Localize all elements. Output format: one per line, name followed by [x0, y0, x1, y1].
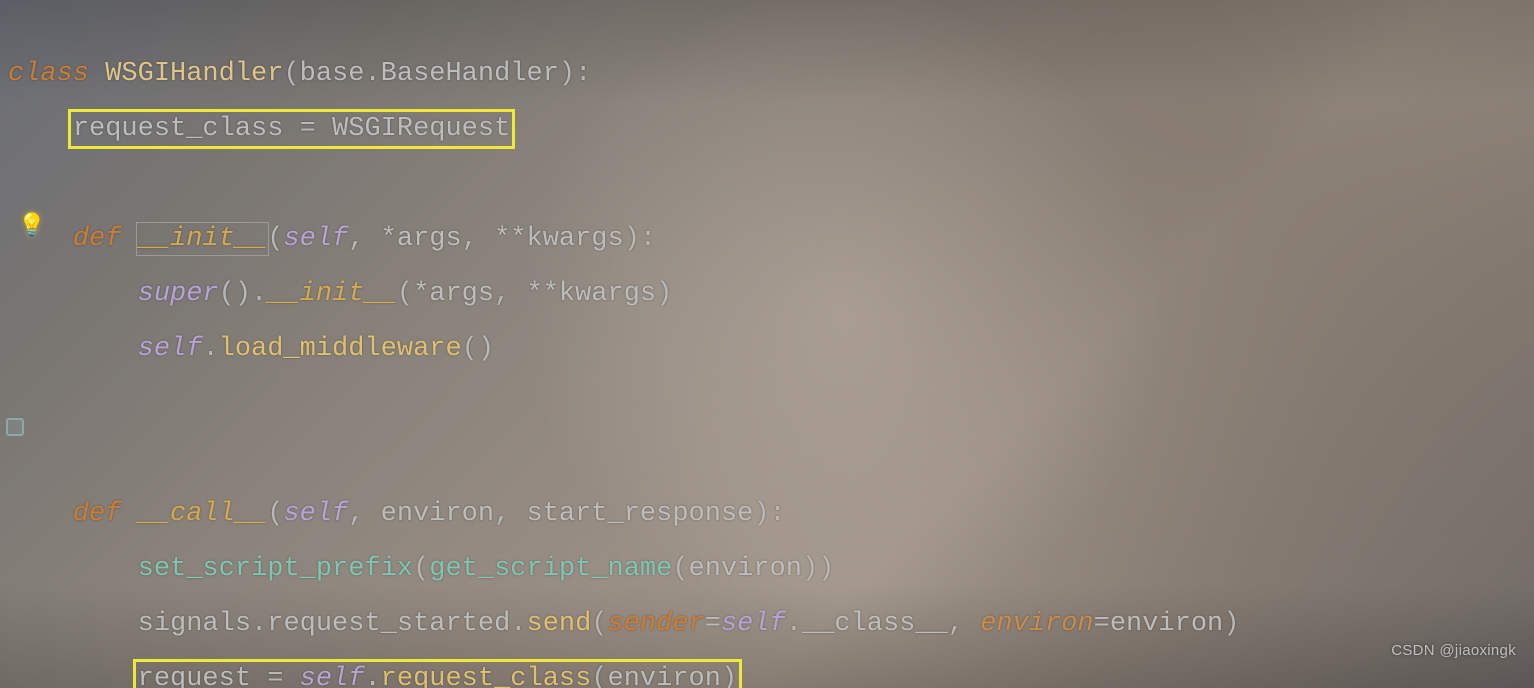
call-load-middleware: load_middleware — [219, 334, 462, 364]
init-name-box: __init__ — [138, 224, 268, 254]
base-module: base — [300, 59, 365, 89]
call-init: __init__ — [267, 279, 397, 309]
param-args: *args — [381, 224, 462, 254]
param-start-response: start_response — [527, 499, 754, 529]
dunder-init: __init__ — [138, 224, 268, 254]
param-kwargs: **kwargs — [494, 224, 624, 254]
highlight-box-request-assignment: request = self.request_class(environ) — [138, 664, 738, 688]
highlight-box-request-class-decl: request_class = WSGIRequest — [73, 114, 510, 144]
watermark-text: CSDN @jiaoxingk — [1391, 623, 1516, 678]
dunder-call: __call__ — [138, 499, 268, 529]
ref-request-started: request_started — [267, 609, 510, 639]
class-name: WSGIHandler — [105, 59, 283, 89]
var-request: request — [138, 664, 251, 688]
attr-name: request_class — [73, 114, 284, 144]
code-editor-content[interactable]: class WSGIHandler(base.BaseHandler): req… — [8, 47, 1239, 688]
ref-self: self — [138, 334, 203, 364]
call-set-script-prefix: set_script_prefix — [138, 554, 413, 584]
builtin-super: super — [138, 279, 219, 309]
param-environ: environ — [381, 499, 494, 529]
call-get-script-name: get_script_name — [429, 554, 672, 584]
keyword-def: def — [73, 499, 122, 529]
keyword-def: def — [73, 224, 122, 254]
attr-value: WSGIRequest — [332, 114, 510, 144]
base-class-name: BaseHandler — [381, 59, 559, 89]
call-send: send — [527, 609, 592, 639]
kwarg-environ: environ — [980, 609, 1093, 639]
param-self: self — [283, 224, 348, 254]
kwarg-sender: sender — [608, 609, 705, 639]
call-request-class: request_class — [381, 664, 592, 688]
ref-signals: signals — [138, 609, 251, 639]
keyword-class: class — [8, 59, 89, 89]
